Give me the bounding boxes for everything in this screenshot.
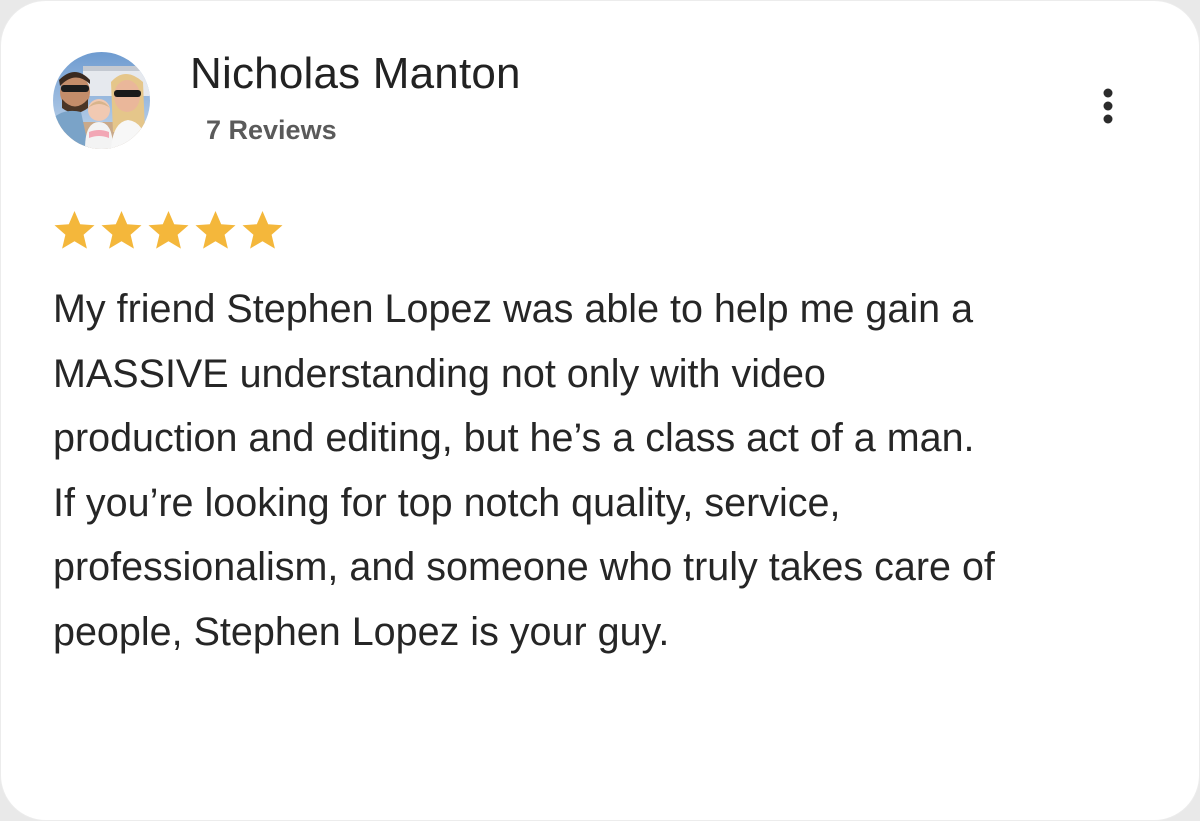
- reviewer-name[interactable]: Nicholas Manton: [190, 48, 521, 100]
- profile-photo-icon: [53, 52, 150, 149]
- review-line: My friend Stephen Lopez was able to help…: [53, 287, 974, 331]
- star-rating: [51, 208, 286, 252]
- review-line: people, Stephen Lopez is your guy.: [53, 609, 670, 654]
- reviewer-avatar[interactable]: [53, 52, 150, 149]
- review-line: MASSIVE understanding not only with vide…: [53, 351, 826, 396]
- review-line: professionalism, and someone who truly t…: [53, 545, 995, 590]
- reviewer-review-count[interactable]: 7 Reviews: [206, 113, 337, 147]
- star-icon: [145, 208, 192, 252]
- star-icon: [51, 208, 98, 252]
- review-card: Nicholas Manton 7 Reviews My friend Step…: [0, 0, 1200, 821]
- more-vert-icon[interactable]: [1093, 85, 1123, 129]
- review-line: production and editing, but he’s a class…: [53, 416, 975, 461]
- star-icon: [98, 208, 145, 252]
- review-line: If you’re looking for top notch quality,…: [53, 480, 841, 525]
- star-icon: [192, 208, 239, 252]
- review-text: My friend Stephen Lopez was able to help…: [53, 277, 1163, 665]
- star-icon: [239, 208, 286, 252]
